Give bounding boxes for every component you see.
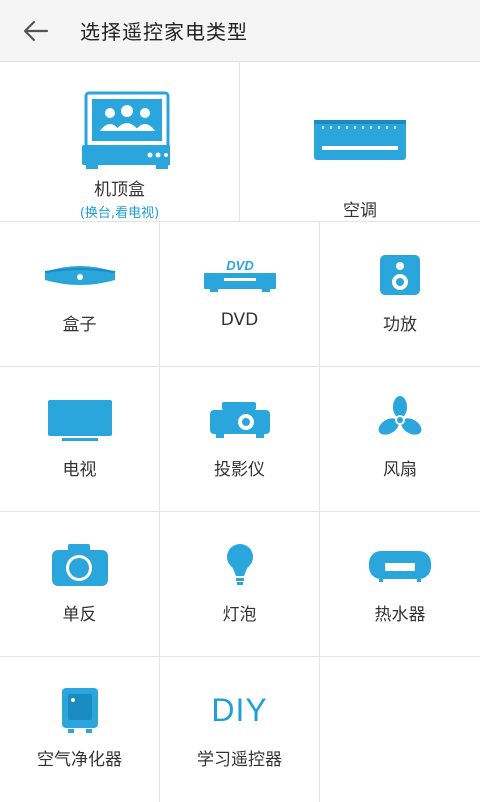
device-row: 单反 灯泡 热水器 [0, 512, 480, 657]
device-label: 学习遥控器 [197, 750, 282, 770]
device-sublabel: (换台,看电视) [79, 206, 160, 221]
device-label: 电视 [62, 460, 97, 480]
tv-icon [46, 399, 114, 441]
device-bulb[interactable]: 灯泡 [160, 512, 320, 656]
device-air-conditioner[interactable]: 空调 [240, 62, 480, 221]
device-label: 功放 [383, 315, 417, 335]
device-label: 风扇 [383, 460, 417, 480]
dvd-player-icon: DVD [202, 254, 278, 296]
device-air-purifier[interactable]: 空气净化器 [0, 657, 160, 802]
device-row: 空气净化器 DIY 学习遥控器 [0, 657, 480, 802]
device-tv-box[interactable]: 盒子 [0, 222, 160, 366]
speaker-icon [378, 254, 422, 296]
device-camera[interactable]: 单反 [0, 512, 160, 656]
diy-icon: DIY [211, 689, 267, 731]
device-label: DVD [220, 310, 259, 330]
device-label: 空调 [343, 201, 377, 221]
device-tv[interactable]: 电视 [0, 367, 160, 511]
set-top-box-icon [70, 82, 170, 179]
device-row: 电视 投影仪 风扇 [0, 367, 480, 512]
air-purifier-icon [60, 688, 100, 733]
fan-icon [375, 396, 425, 441]
device-row: 机顶盒 (换台,看电视) 空调 [0, 62, 480, 222]
device-set-top-box[interactable]: 机顶盒 (换台,看电视) [0, 62, 240, 221]
diy-text: DIY [211, 692, 268, 728]
device-label: 灯泡 [222, 605, 257, 625]
water-heater-icon [367, 544, 433, 586]
back-button[interactable] [0, 0, 72, 62]
device-label: 投影仪 [214, 460, 265, 480]
device-dvd[interactable]: DVD DVD [160, 222, 320, 366]
page-title: 选择遥控家电类型 [80, 20, 248, 44]
app-header: 选择遥控家电类型 [0, 0, 480, 62]
device-water-heater[interactable]: 热水器 [320, 512, 480, 656]
device-fan[interactable]: 风扇 [320, 367, 480, 511]
camera-icon [50, 544, 110, 586]
device-projector[interactable]: 投影仪 [160, 367, 320, 511]
arrow-left-icon [23, 20, 49, 41]
device-diy-learning[interactable]: DIY 学习遥控器 [160, 657, 320, 802]
dvd-logo: DVD [226, 258, 254, 273]
device-amplifier[interactable]: 功放 [320, 222, 480, 366]
air-conditioner-icon [310, 82, 410, 200]
device-row: 盒子 DVD DVD 功放 [0, 222, 480, 367]
projector-icon [208, 399, 272, 441]
light-bulb-icon [224, 544, 256, 586]
empty-cell [320, 657, 480, 802]
device-label: 盒子 [62, 315, 97, 335]
tv-box-icon [43, 254, 117, 296]
device-label: 空气净化器 [37, 750, 122, 770]
device-label: 单反 [62, 605, 97, 625]
device-label: 热水器 [374, 605, 426, 625]
device-label: 机顶盒 [94, 180, 145, 200]
